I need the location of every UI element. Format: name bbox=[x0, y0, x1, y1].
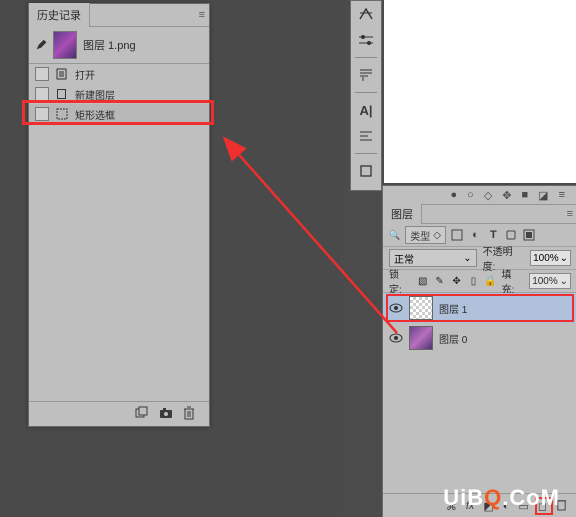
fill-label: 填充: bbox=[502, 266, 525, 296]
filter-search-icon: 🔍 bbox=[389, 230, 400, 241]
layer-filter-row: 🔍 类型◇ ◐ T bbox=[383, 224, 576, 247]
document-name: 图层 1.png bbox=[83, 37, 136, 53]
mode-overlap-icon[interactable]: ◪ bbox=[538, 189, 548, 202]
filter-type-icon[interactable]: T bbox=[487, 229, 500, 242]
kind-select[interactable]: 类型◇ bbox=[405, 226, 446, 244]
layer-row-1[interactable]: 图层 1 bbox=[383, 293, 576, 323]
history-item-open[interactable]: 打开 bbox=[29, 64, 209, 84]
character-icon[interactable]: A| bbox=[356, 101, 376, 119]
marquee-icon bbox=[55, 108, 69, 120]
filter-pixel-icon[interactable] bbox=[451, 229, 464, 242]
panel-menu-icon[interactable]: ≡ bbox=[199, 9, 205, 21]
history-panel: ◄◄ × 历史记录 ≡ 图层 1.png 打开 新建图层 矩形选框 bbox=[28, 3, 210, 427]
history-checkbox[interactable] bbox=[35, 67, 49, 81]
blend-row: 正常⌄ 不透明度: 100%⌄ bbox=[383, 247, 576, 270]
fill-value[interactable]: 100%⌄ bbox=[529, 273, 571, 289]
collapse-icon[interactable]: ◄◄ bbox=[191, 0, 209, 1]
visibility-icon[interactable] bbox=[389, 303, 403, 313]
layer-thumbnail[interactable] bbox=[409, 326, 433, 350]
mode-stroke-icon[interactable]: ○ bbox=[467, 189, 474, 201]
brush-icon bbox=[35, 38, 49, 52]
close-icon[interactable]: × bbox=[217, 0, 223, 3]
shape-mode-row: ● ○ ◇ ✥ ■ ◪ ≡ bbox=[383, 186, 576, 205]
artboard-icon[interactable] bbox=[356, 162, 376, 180]
tool-icon-1[interactable] bbox=[356, 5, 376, 23]
mode-diamond-icon[interactable]: ◇ bbox=[484, 189, 492, 202]
right-rail: ● ○ ◇ ✥ ■ ◪ ≡ 图层 ≡ 🔍 类型◇ ◐ T 正常⌄ 不透明度: 1… bbox=[382, 185, 576, 517]
sliders-icon[interactable] bbox=[356, 31, 376, 49]
watermark: UiBQ.CoM bbox=[443, 485, 560, 511]
blend-mode-select[interactable]: 正常⌄ bbox=[389, 249, 477, 267]
snapshot-icon[interactable] bbox=[159, 407, 173, 422]
mode-menu-icon[interactable]: ≡ bbox=[559, 189, 565, 201]
layers-header: 图层 ≡ bbox=[383, 205, 576, 224]
lock-transparency-icon[interactable]: ▧ bbox=[417, 276, 429, 287]
history-checkbox[interactable] bbox=[35, 107, 49, 121]
lock-label: 锁定: bbox=[389, 266, 412, 296]
history-label: 矩形选框 bbox=[75, 107, 115, 122]
layer-name[interactable]: 图层 0 bbox=[439, 331, 467, 346]
filter-shape-icon[interactable] bbox=[505, 229, 518, 242]
history-tab[interactable]: 历史记录 bbox=[29, 3, 90, 27]
history-checkbox[interactable] bbox=[35, 87, 49, 101]
opacity-value[interactable]: 100%⌄ bbox=[530, 250, 571, 266]
mode-fill-icon[interactable]: ● bbox=[451, 189, 458, 201]
document-icon bbox=[55, 88, 69, 100]
history-label: 新建图层 bbox=[75, 87, 115, 102]
history-footer bbox=[29, 401, 209, 426]
history-panel-header: 历史记录 ≡ bbox=[29, 4, 209, 27]
layer-name[interactable]: 图层 1 bbox=[439, 301, 467, 316]
lock-image-icon[interactable]: ✎ bbox=[434, 276, 446, 287]
align-icon[interactable] bbox=[356, 127, 376, 145]
document-canvas[interactable] bbox=[384, 0, 576, 183]
mode-move-icon[interactable]: ✥ bbox=[502, 189, 511, 202]
lock-position-icon[interactable]: ✥ bbox=[451, 276, 463, 287]
trash-icon[interactable] bbox=[183, 406, 195, 423]
layer-thumbnail[interactable] bbox=[409, 296, 433, 320]
document-icon bbox=[55, 68, 69, 80]
filter-smart-icon[interactable] bbox=[523, 229, 536, 242]
history-item-marquee[interactable]: 矩形选框 bbox=[29, 104, 209, 124]
lock-row: 锁定: ▧ ✎ ✥ ▯ 🔒 填充: 100%⌄ bbox=[383, 270, 576, 293]
lock-artboard-icon[interactable]: ▯ bbox=[468, 276, 480, 287]
options-toolbar: A| bbox=[350, 0, 382, 191]
document-thumbnail bbox=[53, 31, 77, 59]
mode-square-icon[interactable]: ■ bbox=[522, 189, 529, 201]
filter-adjustment-icon[interactable]: ◐ bbox=[469, 229, 482, 242]
layers-tab[interactable]: 图层 bbox=[383, 204, 422, 224]
paragraph-icon[interactable] bbox=[356, 66, 376, 84]
new-doc-from-state-icon[interactable] bbox=[135, 406, 149, 423]
history-item-new-layer[interactable]: 新建图层 bbox=[29, 84, 209, 104]
history-label: 打开 bbox=[75, 67, 95, 82]
layers-menu-icon[interactable]: ≡ bbox=[567, 208, 573, 220]
history-document-row[interactable]: 图层 1.png bbox=[29, 27, 209, 64]
visibility-icon[interactable] bbox=[389, 333, 403, 343]
lock-all-icon[interactable]: 🔒 bbox=[485, 276, 497, 287]
layer-row-0[interactable]: 图层 0 bbox=[383, 323, 576, 353]
